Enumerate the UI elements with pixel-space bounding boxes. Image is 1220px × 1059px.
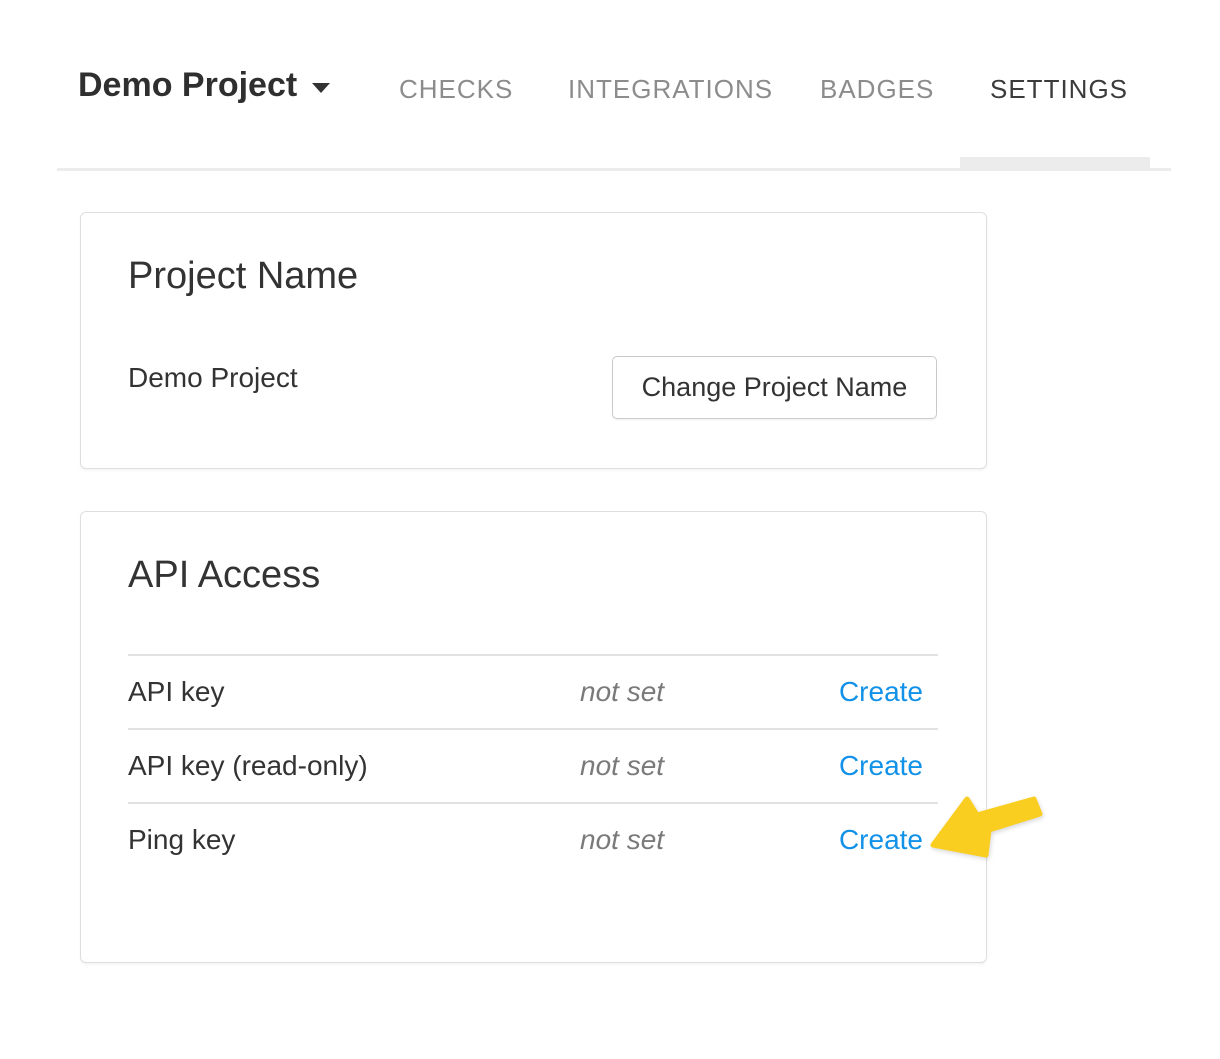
table-row-ping-key: Ping key not set Create bbox=[128, 802, 938, 876]
tab-settings[interactable]: SETTINGS bbox=[990, 73, 1128, 105]
project-name-card-title: Project Name bbox=[128, 253, 358, 299]
row-label: API key bbox=[128, 676, 580, 708]
table-row-api-key: API key not set Create bbox=[128, 654, 938, 728]
row-label: Ping key bbox=[128, 824, 580, 856]
top-navbar: Demo Project CHECKS INTEGRATIONS BADGES … bbox=[0, 0, 1220, 171]
tab-integrations[interactable]: INTEGRATIONS bbox=[568, 73, 773, 105]
row-value: not set bbox=[580, 750, 823, 782]
tab-checks[interactable]: CHECKS bbox=[399, 73, 513, 105]
tab-badges[interactable]: BADGES bbox=[820, 73, 934, 105]
create-ping-key-link[interactable]: Create bbox=[839, 824, 923, 855]
create-api-key-readonly-link[interactable]: Create bbox=[839, 750, 923, 781]
project-name-card: Project Name Demo Project Change Project… bbox=[80, 212, 987, 469]
nav-divider bbox=[57, 168, 1171, 171]
settings-page: Demo Project CHECKS INTEGRATIONS BADGES … bbox=[0, 0, 1220, 1059]
caret-down-icon bbox=[312, 83, 330, 93]
api-access-card-title: API Access bbox=[128, 552, 320, 598]
row-value: not set bbox=[580, 676, 823, 708]
api-access-card: API Access API key not set Create API ke… bbox=[80, 511, 987, 963]
row-label: API key (read-only) bbox=[128, 750, 580, 782]
create-api-key-link[interactable]: Create bbox=[839, 676, 923, 707]
project-name-value: Demo Project bbox=[128, 361, 298, 395]
table-row-api-key-readonly: API key (read-only) not set Create bbox=[128, 728, 938, 802]
row-value: not set bbox=[580, 824, 823, 856]
change-project-name-button[interactable]: Change Project Name bbox=[612, 356, 937, 419]
api-access-table: API key not set Create API key (read-onl… bbox=[128, 654, 938, 876]
project-selector-label: Demo Project bbox=[78, 64, 297, 106]
project-selector[interactable]: Demo Project bbox=[78, 64, 330, 106]
